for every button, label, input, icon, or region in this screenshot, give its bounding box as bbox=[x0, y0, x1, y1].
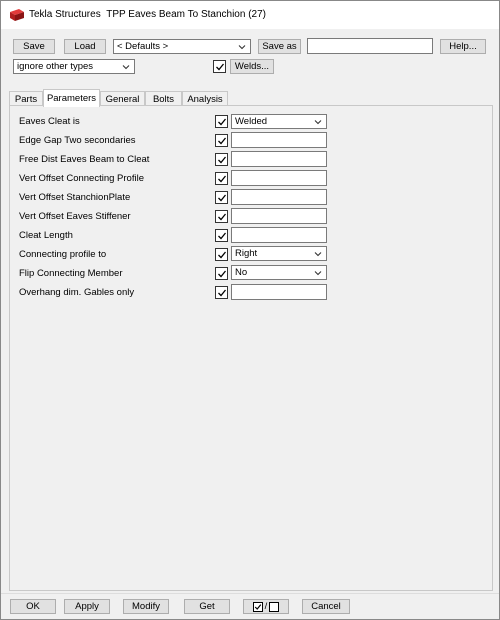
edge-gap-input[interactable] bbox=[231, 132, 327, 148]
connecting-profile-select[interactable]: Right bbox=[231, 246, 327, 261]
checkmark-icon bbox=[218, 194, 227, 202]
save-as-button[interactable]: Save as bbox=[258, 39, 301, 54]
free-dist-input[interactable] bbox=[231, 151, 327, 167]
param-checkbox[interactable] bbox=[215, 191, 228, 204]
checkmark-icon bbox=[216, 63, 225, 71]
checkmark-icon bbox=[218, 137, 227, 145]
chevron-down-icon bbox=[314, 269, 322, 277]
title-bar: Tekla Structures TPP Eaves Beam To Stanc… bbox=[1, 1, 499, 29]
param-label-edge-gap: Edge Gap Two secondaries bbox=[19, 135, 136, 146]
eaves-cleat-select[interactable]: Welded bbox=[231, 114, 327, 129]
toggle-separator: / bbox=[264, 601, 268, 612]
param-label-flip-connecting: Flip Connecting Member bbox=[19, 268, 123, 279]
preset-value: < Defaults > bbox=[117, 41, 169, 52]
checkmark-icon bbox=[218, 118, 227, 126]
param-checkbox[interactable] bbox=[215, 229, 228, 242]
chevron-down-icon bbox=[314, 118, 322, 126]
param-label-vert-offset-stiffener: Vert Offset Eaves Stiffener bbox=[19, 211, 131, 222]
checkmark-icon bbox=[218, 213, 227, 221]
get-button[interactable]: Get bbox=[184, 599, 230, 614]
tab-bolts[interactable]: Bolts bbox=[145, 91, 182, 106]
tab-parameters[interactable]: Parameters bbox=[43, 89, 100, 107]
flip-connecting-select[interactable]: No bbox=[231, 265, 327, 280]
param-label-overhang: Overhang dim. Gables only bbox=[19, 287, 135, 298]
dialog-window: Tekla Structures TPP Eaves Beam To Stanc… bbox=[0, 0, 500, 620]
unchecked-box-icon bbox=[269, 601, 280, 612]
checked-box-icon bbox=[252, 601, 263, 612]
help-button[interactable]: Help... bbox=[440, 39, 486, 54]
param-checkbox[interactable] bbox=[215, 115, 228, 128]
tekla-logo-icon bbox=[9, 9, 25, 21]
tab-label: Parameters bbox=[46, 93, 97, 104]
select-value: No bbox=[235, 267, 248, 278]
chevron-down-icon bbox=[314, 250, 322, 258]
param-label-cleat-length: Cleat Length bbox=[19, 230, 73, 241]
modify-button[interactable]: Modify bbox=[123, 599, 169, 614]
tab-parts[interactable]: Parts bbox=[9, 91, 43, 106]
select-value: Right bbox=[235, 248, 258, 259]
filter-value: ignore other types bbox=[17, 61, 94, 72]
tab-label: Analysis bbox=[187, 93, 223, 105]
welds-button[interactable]: Welds... bbox=[230, 59, 274, 74]
param-checkbox[interactable] bbox=[215, 172, 228, 185]
load-button[interactable]: Load bbox=[64, 39, 106, 54]
checkmark-icon bbox=[218, 156, 227, 164]
save-as-name-input[interactable] bbox=[307, 38, 433, 54]
param-checkbox[interactable] bbox=[215, 153, 228, 166]
param-checkbox[interactable] bbox=[215, 267, 228, 280]
tab-label: General bbox=[105, 93, 140, 105]
cleat-length-input[interactable] bbox=[231, 227, 327, 243]
checkmark-icon bbox=[218, 251, 227, 259]
footer-separator bbox=[1, 593, 499, 594]
overhang-input[interactable] bbox=[231, 284, 327, 300]
cancel-button[interactable]: Cancel bbox=[302, 599, 350, 614]
tab-analysis[interactable]: Analysis bbox=[182, 91, 228, 106]
param-label-free-dist: Free Dist Eaves Beam to Cleat bbox=[19, 154, 150, 165]
welds-checkbox[interactable] bbox=[213, 60, 226, 73]
preset-select[interactable]: < Defaults > bbox=[113, 39, 251, 54]
param-checkbox[interactable] bbox=[215, 210, 228, 223]
chevron-down-icon bbox=[238, 43, 246, 51]
param-checkbox[interactable] bbox=[215, 286, 228, 299]
toggle-all-checkboxes-button[interactable]: / bbox=[243, 599, 289, 614]
param-label-vert-offset-stanchion: Vert Offset StanchionPlate bbox=[19, 192, 131, 203]
filter-select[interactable]: ignore other types bbox=[13, 59, 135, 74]
select-value: Welded bbox=[235, 116, 268, 127]
checkmark-icon bbox=[218, 270, 227, 278]
param-label-eaves-cleat: Eaves Cleat is bbox=[19, 116, 80, 127]
save-button[interactable]: Save bbox=[13, 39, 55, 54]
tab-label: Bolts bbox=[152, 93, 175, 105]
checkmark-icon bbox=[218, 232, 227, 240]
checkmark-icon bbox=[218, 289, 227, 297]
vert-offset-connecting-input[interactable] bbox=[231, 170, 327, 186]
param-checkbox[interactable] bbox=[215, 134, 228, 147]
chevron-down-icon bbox=[122, 63, 130, 71]
tab-label: Parts bbox=[14, 93, 38, 105]
checkmark-icon bbox=[218, 175, 227, 183]
param-checkbox[interactable] bbox=[215, 248, 228, 261]
param-label-connecting-profile-to: Connecting profile to bbox=[19, 249, 107, 260]
vert-offset-stanchion-input[interactable] bbox=[231, 189, 327, 205]
apply-button[interactable]: Apply bbox=[64, 599, 110, 614]
ok-button[interactable]: OK bbox=[10, 599, 56, 614]
window-title: Tekla Structures TPP Eaves Beam To Stanc… bbox=[29, 9, 266, 20]
tab-general[interactable]: General bbox=[100, 91, 145, 106]
app-name: Tekla Structures bbox=[29, 9, 101, 20]
dialog-title: TPP Eaves Beam To Stanchion (27) bbox=[106, 9, 266, 20]
vert-offset-stiffener-input[interactable] bbox=[231, 208, 327, 224]
param-label-vert-offset-connecting: Vert Offset Connecting Profile bbox=[19, 173, 144, 184]
